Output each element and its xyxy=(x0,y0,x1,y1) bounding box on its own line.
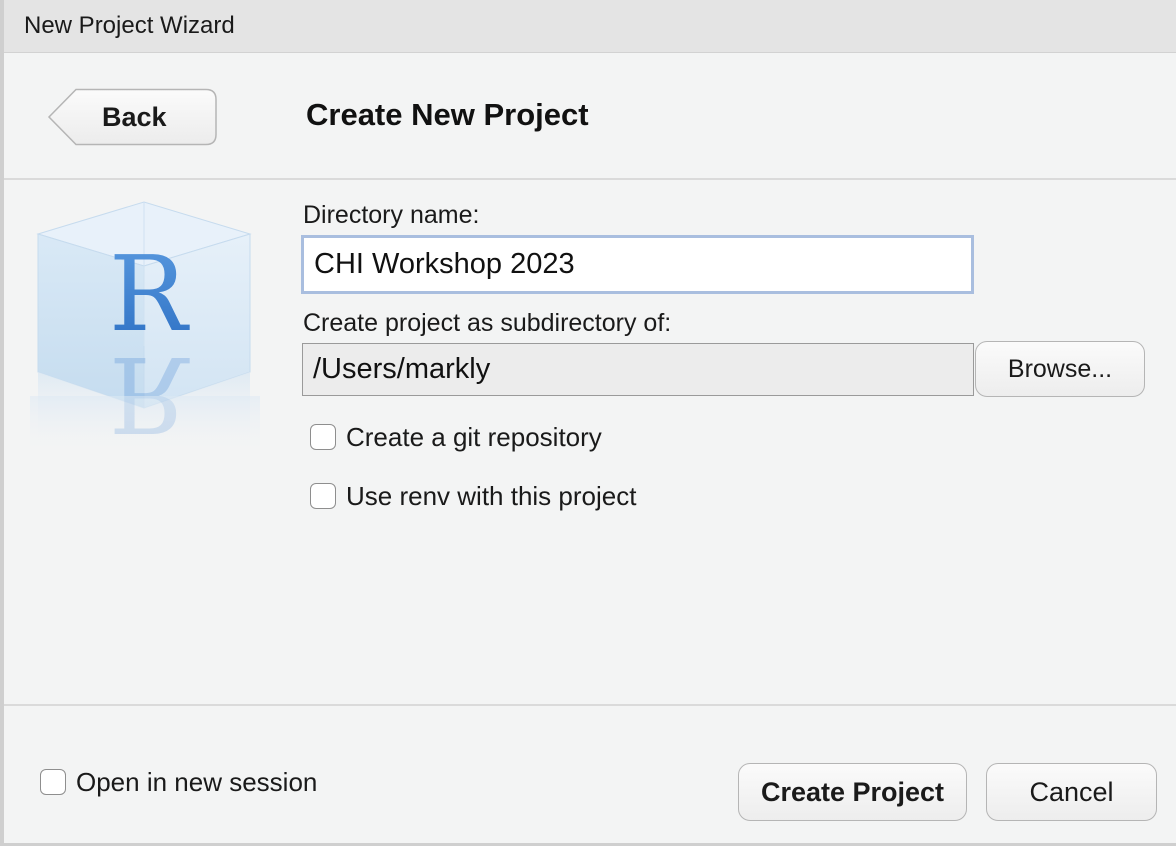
r-logo-icon: R R xyxy=(30,196,260,456)
new-project-wizard-window: New Project Wizard Back Create New Proje… xyxy=(0,0,1176,846)
git-repository-checkbox[interactable] xyxy=(310,424,336,450)
subdirectory-label: Create project as subdirectory of: xyxy=(303,309,672,337)
window-title: New Project Wizard xyxy=(24,12,235,39)
page-title: Create New Project xyxy=(306,97,589,132)
cancel-button[interactable]: Cancel xyxy=(986,763,1157,821)
wizard-header: Back Create New Project xyxy=(4,53,1176,180)
title-bar[interactable]: New Project Wizard xyxy=(4,0,1176,53)
open-new-session-label: Open in new session xyxy=(76,767,318,797)
renv-label: Use renv with this project xyxy=(346,481,637,511)
footer-divider xyxy=(4,704,1176,706)
create-project-button[interactable]: Create Project xyxy=(738,763,967,821)
directory-name-input[interactable] xyxy=(301,235,974,294)
git-repository-label: Create a git repository xyxy=(346,422,602,452)
back-button[interactable]: Back xyxy=(46,88,218,146)
renv-checkbox[interactable] xyxy=(310,483,336,509)
open-new-session-checkbox[interactable] xyxy=(40,769,66,795)
subdirectory-path-field[interactable] xyxy=(302,343,974,396)
browse-button[interactable]: Browse... xyxy=(975,341,1145,397)
back-button-label: Back xyxy=(102,102,167,132)
directory-name-label: Directory name: xyxy=(303,201,480,229)
